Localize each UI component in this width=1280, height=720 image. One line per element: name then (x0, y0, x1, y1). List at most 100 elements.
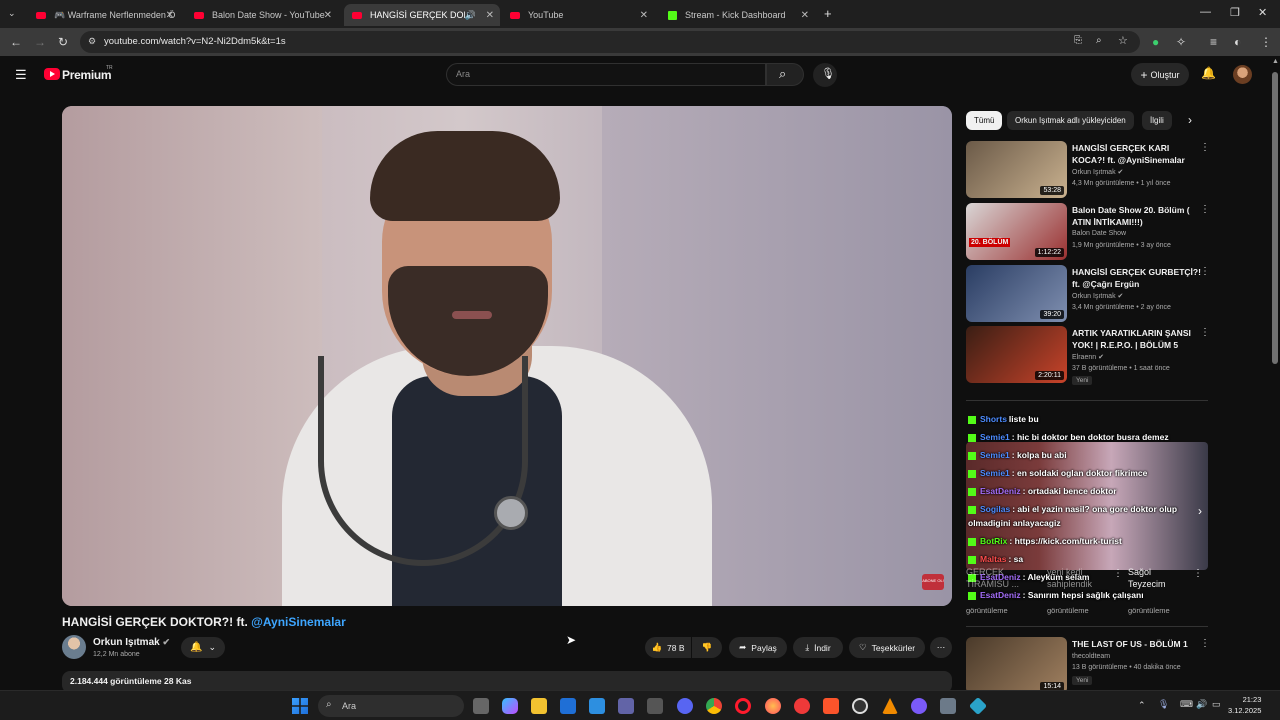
media-queue-icon[interactable]: ≡ (1210, 35, 1217, 49)
recommendation-title[interactable]: HANGİSİ GERÇEK GURBETÇİ?! ft. @Çağrı Erg… (1072, 266, 1202, 290)
more-vert-icon[interactable]: ⋮ (1200, 638, 1210, 649)
file-explorer-icon[interactable] (531, 698, 547, 714)
video-thumbnail[interactable]: 2:20:11 (966, 326, 1067, 383)
app-icon[interactable] (940, 698, 956, 714)
thanks-button[interactable]: ♡ Teşekkürler (849, 637, 925, 658)
app-icon[interactable] (968, 696, 988, 716)
tray-mic-icon[interactable]: 🎙 (1158, 699, 1169, 710)
close-icon[interactable]: ✕ (486, 10, 494, 21)
video-thumbnail[interactable]: 20. BÖLÜM 1:12:22 (966, 203, 1067, 260)
close-icon[interactable]: ✕ (324, 10, 332, 21)
more-vert-icon[interactable]: ⋮ (1113, 568, 1123, 579)
store-icon[interactable] (589, 698, 605, 714)
vivaldi-icon[interactable] (794, 698, 810, 714)
like-button[interactable]: 👍 78 B (645, 637, 691, 658)
tab-2[interactable]: HANGİSİ GERÇEK DOKTOR 🔊 ✕ (344, 4, 500, 26)
tab-search-icon[interactable]: ⌄ (8, 8, 16, 19)
more-vert-icon[interactable]: ⋮ (1200, 204, 1210, 215)
restore-icon[interactable]: ❐ (1230, 6, 1240, 19)
task-view-icon[interactable] (473, 698, 489, 714)
puzzle-icon[interactable]: ✧ (1176, 35, 1186, 49)
create-button[interactable]: + Oluştur (1131, 63, 1189, 86)
close-icon[interactable]: ✕ (166, 10, 174, 21)
tray-chevron-icon[interactable]: ⌃ (1138, 700, 1146, 711)
teams-icon[interactable] (618, 698, 634, 714)
opera-icon[interactable] (735, 698, 751, 714)
minimize-icon[interactable]: — (1200, 6, 1211, 18)
new-tab-icon[interactable]: + (824, 6, 832, 21)
recommendation-item[interactable]: 53:28 HANGİSİ GERÇEK KARI KOCA?! ft. @Ay… (966, 141, 1216, 199)
tab-3[interactable]: YouTube ✕ (502, 4, 654, 26)
recommendation-channel[interactable]: Orkun Işıtmak ✔ (1072, 292, 1123, 300)
recommendation-item[interactable]: 2:20:11 ARTIK YARATIKLARIN ŞANSI YOK! | … (966, 326, 1216, 385)
video-thumbnail[interactable]: 39:20 (966, 265, 1067, 322)
more-vert-icon[interactable]: ⋮ (1200, 142, 1210, 153)
chip-from-uploader[interactable]: Orkun Işıtmak adlı yükleyiciden (1007, 111, 1134, 130)
more-vert-icon[interactable]: ⋮ (1200, 266, 1210, 277)
bookmark-star-icon[interactable]: ☆ (1118, 34, 1128, 47)
video-player[interactable]: ABONE OL! (62, 106, 952, 606)
tray-network-icon[interactable]: ⌨ (1180, 699, 1193, 710)
recommendation-item[interactable]: 39:20 HANGİSİ GERÇEK GURBETÇİ?! ft. @Çağ… (966, 265, 1216, 323)
close-icon[interactable]: ✕ (801, 10, 809, 21)
short-title[interactable]: yeni kedi sahiplendik (1047, 566, 1111, 590)
speaker-icon[interactable]: 🔊 (465, 10, 476, 21)
chevron-right-icon[interactable]: › (1188, 113, 1192, 127)
more-actions-button[interactable]: ⋯ (930, 637, 952, 658)
shorts-next-chevron-icon[interactable]: › (1198, 504, 1202, 518)
user-avatar[interactable] (1233, 65, 1252, 84)
recommendation-title[interactable]: THE LAST OF US - BÖLÜM 1 (1072, 638, 1202, 650)
recommendation-channel[interactable]: Elraenn ✔ (1072, 353, 1104, 361)
short-title[interactable]: GERÇEK TİRAMİSU ... (966, 566, 1026, 590)
recommendation-title[interactable]: HANGİSİ GERÇEK KARI KOCA?! ft. @AyniSine… (1072, 142, 1202, 166)
close-window-icon[interactable]: ✕ (1258, 6, 1267, 19)
video-thumbnail[interactable]: 53:28 (966, 141, 1067, 198)
channel-name-text[interactable]: Orkun Işıtmak (93, 637, 160, 648)
recommendation-channel[interactable]: Balon Date Show (1072, 230, 1126, 237)
vlc-icon[interactable] (882, 698, 898, 714)
outlook-icon[interactable] (560, 698, 576, 714)
youtube-logo-icon[interactable] (44, 68, 60, 80)
tab-1[interactable]: Balon Date Show - YouTube ✕ (186, 4, 338, 26)
app-icon[interactable] (911, 698, 927, 714)
recommendation-item[interactable]: 20. BÖLÜM 1:12:22 Balon Date Show 20. Bö… (966, 203, 1216, 261)
recommendation-item[interactable]: 15:14 THE LAST OF US - BÖLÜM 1 thecoldte… (966, 637, 1216, 695)
windows-start-icon[interactable] (292, 698, 308, 714)
recommendation-channel[interactable]: Orkun Işıtmak ✔ (1072, 168, 1123, 176)
calculator-icon[interactable] (647, 698, 663, 714)
taskbar-clock[interactable]: 21:23 3.12.2025 (1228, 694, 1261, 716)
firefox-icon[interactable] (765, 698, 781, 714)
taskbar-search[interactable]: ⌕ Ara (318, 695, 464, 717)
profile-icon[interactable]: ◐ (1234, 35, 1241, 49)
url-text[interactable]: youtube.com/watch?v=N2-Ni2Ddm5k&t=1s (104, 36, 286, 47)
extension-icon[interactable]: ● (1152, 35, 1159, 49)
search-input[interactable]: Ara (446, 63, 766, 86)
back-icon[interactable]: ← (10, 35, 22, 49)
recommendation-title[interactable]: Balon Date Show 20. Bölüm ( ATIN İNTİKAM… (1072, 204, 1202, 228)
obs-icon[interactable] (852, 698, 868, 714)
subscription-bell-button[interactable]: 🔔 ⌄ (181, 637, 225, 658)
video-thumbnail[interactable]: 15:14 (966, 637, 1067, 694)
menu-dots-icon[interactable]: ⋮ (1260, 35, 1272, 49)
search-button[interactable]: ⌕ (766, 63, 804, 86)
subscribe-watermark[interactable]: ABONE OL! (922, 574, 944, 590)
title-mention-link[interactable]: @AyniSinemalar (251, 615, 346, 629)
forward-icon[interactable]: → (34, 35, 46, 49)
voice-search-button[interactable]: 🎙 (813, 63, 837, 87)
scroll-thumb[interactable] (1272, 72, 1278, 364)
download-button[interactable]: ⤓ İndir (793, 637, 843, 658)
hamburger-menu-icon[interactable]: ☰ (15, 67, 27, 83)
recommendation-channel[interactable]: thecoldteam (1072, 653, 1110, 660)
copilot-icon[interactable] (502, 698, 518, 714)
dislike-button[interactable]: 👎 (692, 637, 722, 658)
site-info-icon[interactable]: ⚙ (88, 36, 96, 47)
close-icon[interactable]: ✕ (640, 10, 648, 21)
reload-icon[interactable]: ↻ (58, 35, 68, 49)
more-vert-icon[interactable]: ⋮ (1193, 568, 1203, 579)
chip-all[interactable]: Tümü (966, 111, 1003, 130)
tab-4[interactable]: Stream - Kick Dashboard ✕ (660, 4, 815, 26)
chrome-icon[interactable] (706, 698, 722, 714)
share-button[interactable]: ➦ Paylaş (729, 637, 787, 658)
address-bar[interactable]: ⚙ youtube.com/watch?v=N2-Ni2Ddm5k&t=1s ⎘… (80, 31, 1140, 53)
page-scrollbar[interactable]: ▲ (1270, 56, 1280, 690)
